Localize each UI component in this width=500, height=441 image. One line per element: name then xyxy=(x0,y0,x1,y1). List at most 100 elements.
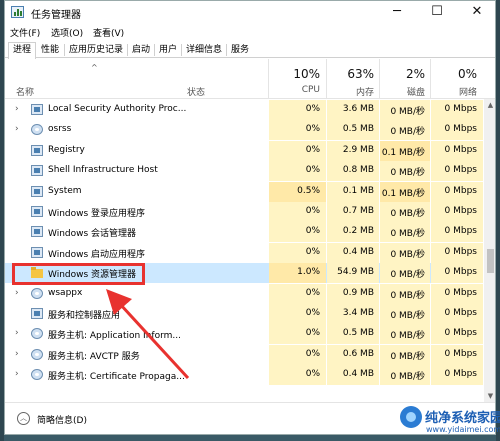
process-disk: 0 MB/秒 xyxy=(390,249,425,260)
app-icon-detail xyxy=(34,188,40,194)
process-row[interactable]: Registry 0% 2.9 MB 0.1 MB/秒 0 Mbps xyxy=(5,140,483,161)
process-cpu: 0% xyxy=(305,104,320,114)
process-disk: 0 MB/秒 xyxy=(390,127,425,138)
minimize-button[interactable]: ─ xyxy=(377,1,417,25)
process-disk: 0.1 MB/秒 xyxy=(381,188,425,199)
process-name: System xyxy=(48,185,82,196)
app-icon-detail xyxy=(34,249,40,255)
tab-performance[interactable]: 性能 xyxy=(38,42,62,58)
app-icon xyxy=(31,246,43,258)
tab-app-history[interactable]: 应用历史记录 xyxy=(65,42,127,58)
process-network: 0 Mbps xyxy=(444,185,477,196)
background-right xyxy=(496,0,500,441)
app-icon-detail xyxy=(34,168,40,174)
process-name: 服务主机: AVCTP 服务 xyxy=(48,351,140,362)
process-cpu: 0% xyxy=(305,287,320,298)
tab-bar: 进程 性能 应用历史记录 启动 用户 详细信息 服务 xyxy=(5,41,495,59)
expand-chevron-icon[interactable]: › xyxy=(15,124,19,134)
process-disk: 0 MB/秒 xyxy=(390,351,425,362)
process-name: Windows 启动应用程序 xyxy=(48,249,146,260)
watermark-title: 纯净系统家园 xyxy=(425,411,500,426)
column-network[interactable]: 网络 xyxy=(431,85,477,98)
close-button[interactable]: ✕ xyxy=(457,1,495,25)
process-disk: 0 MB/秒 xyxy=(390,311,425,321)
process-cpu: 0% xyxy=(305,124,320,135)
process-row[interactable]: System 0.5% 0.1 MB 0.1 MB/秒 0 Mbps xyxy=(5,181,483,202)
scroll-down-icon[interactable]: ▼ xyxy=(484,390,495,402)
process-cpu: 0% xyxy=(305,348,320,359)
expand-chevron-icon[interactable]: › xyxy=(15,369,19,379)
process-cpu: 0% xyxy=(305,144,320,155)
process-memory: 0.4 MB xyxy=(342,369,374,380)
scroll-thumb[interactable] xyxy=(487,249,494,273)
column-disk[interactable]: 磁盘 xyxy=(380,85,425,98)
disk-total: 2% xyxy=(405,67,425,81)
process-memory: 2.9 MB xyxy=(342,144,374,155)
vertical-scrollbar[interactable]: ▲ ▼ xyxy=(484,99,495,402)
fewer-details-button[interactable]: 简略信息(D) xyxy=(37,413,87,426)
tab-users[interactable]: 用户 xyxy=(155,42,181,58)
gear-icon xyxy=(31,328,43,340)
app-icon-detail xyxy=(34,229,40,235)
process-name: 服务和控制器应用 xyxy=(48,311,121,321)
expand-chevron-icon[interactable]: › xyxy=(15,288,19,298)
process-network: 0 Mbps xyxy=(444,267,477,278)
menu-options[interactable]: 选项(O) xyxy=(51,26,83,39)
process-name: 服务主机: Application Inform... xyxy=(48,331,181,342)
process-row[interactable]: Windows 会话管理器 0% 0.2 MB 0 MB/秒 0 Mbps xyxy=(5,222,483,243)
maximize-button[interactable]: ☐ xyxy=(417,1,457,25)
app-icon xyxy=(31,308,43,319)
process-network: 0 Mbps xyxy=(444,206,477,216)
process-row[interactable]: › 服务主机: Certificate Propaga... 0% 0.4 MB 0 M… xyxy=(5,365,483,386)
process-network: 0 Mbps xyxy=(444,287,477,298)
cpu-total: 10% xyxy=(293,67,320,81)
process-memory: 54.9 MB xyxy=(337,267,374,278)
process-memory: 0.5 MB xyxy=(342,328,374,339)
scroll-up-icon[interactable]: ▲ xyxy=(484,99,495,111)
collapse-icon[interactable]: ︿ xyxy=(17,412,30,425)
tab-processes[interactable]: 进程 xyxy=(8,42,36,59)
watermark-logo-icon xyxy=(400,406,422,428)
menu-file[interactable]: 文件(F) xyxy=(10,26,40,39)
process-name: osrss xyxy=(48,124,72,135)
process-network: 0 Mbps xyxy=(444,369,477,380)
process-name: Registry xyxy=(48,144,85,155)
process-row[interactable]: › osrss 0% 0.5 MB 0 MB/秒 0 Mbps xyxy=(5,120,483,141)
process-network: 0 Mbps xyxy=(444,308,477,318)
tab-details[interactable]: 详细信息 xyxy=(182,42,226,58)
process-name: Windows 会话管理器 xyxy=(48,229,137,240)
window-title: 任务管理器 xyxy=(31,10,81,21)
tab-services[interactable]: 服务 xyxy=(227,42,253,58)
process-row[interactable]: › wsappx 0% 0.9 MB 0 MB/秒 0 Mbps xyxy=(5,283,483,304)
process-network: 0 Mbps xyxy=(444,144,477,155)
expand-chevron-icon[interactable]: › xyxy=(15,328,19,338)
column-cpu[interactable]: CPU xyxy=(269,85,320,95)
app-icon-detail xyxy=(34,107,40,112)
process-row[interactable]: Shell Infrastructure Host 0% 0.8 MB 0 MB/秒 0… xyxy=(5,161,483,182)
process-row[interactable]: Windows 启动应用程序 0% 0.4 MB 0 MB/秒 0 Mbps xyxy=(5,242,483,263)
process-row[interactable]: › Local Security Authority Proc... 0% 3.6 M… xyxy=(5,100,483,120)
process-memory: 0.7 MB xyxy=(342,206,374,216)
expand-chevron-icon[interactable]: › xyxy=(15,349,19,359)
process-name: Shell Infrastructure Host xyxy=(48,165,158,176)
process-memory: 0.9 MB xyxy=(342,287,374,298)
process-row[interactable]: › 服务主机: Application Inform... 0% 0.5 MB 0 MB… xyxy=(5,324,483,345)
process-memory: 0.1 MB xyxy=(342,185,374,196)
process-disk: 0.1 MB/秒 xyxy=(381,147,425,158)
process-row[interactable]: › 服务主机: AVCTP 服务 0% 0.6 MB 0 MB/秒 0 Mbps xyxy=(5,344,483,365)
process-memory: 0.6 MB xyxy=(342,348,374,359)
process-cpu: 0% xyxy=(305,308,320,318)
column-status[interactable]: 状态 xyxy=(187,85,205,98)
process-row[interactable]: Windows 登录应用程序 0% 0.7 MB 0 MB/秒 0 Mbps xyxy=(5,202,483,222)
tab-startup[interactable]: 启动 xyxy=(128,42,154,58)
process-cpu: 0% xyxy=(305,246,320,257)
process-row[interactable]: 服务和控制器应用 0% 3.4 MB 0 MB/秒 0 Mbps xyxy=(5,304,483,324)
process-network: 0 Mbps xyxy=(444,348,477,359)
process-network: 0 Mbps xyxy=(444,226,477,237)
menu-view[interactable]: 查看(V) xyxy=(93,26,124,39)
expand-chevron-icon[interactable]: › xyxy=(15,104,19,114)
column-memory[interactable]: 内存 xyxy=(327,85,374,98)
column-name[interactable]: 名称 xyxy=(16,85,34,98)
process-memory: 3.4 MB xyxy=(342,308,374,318)
task-manager-window: 任务管理器 ─ ☐ ✕ 文件(F) 选项(O) 查看(V) 进程 性能 应用历史… xyxy=(4,0,496,435)
